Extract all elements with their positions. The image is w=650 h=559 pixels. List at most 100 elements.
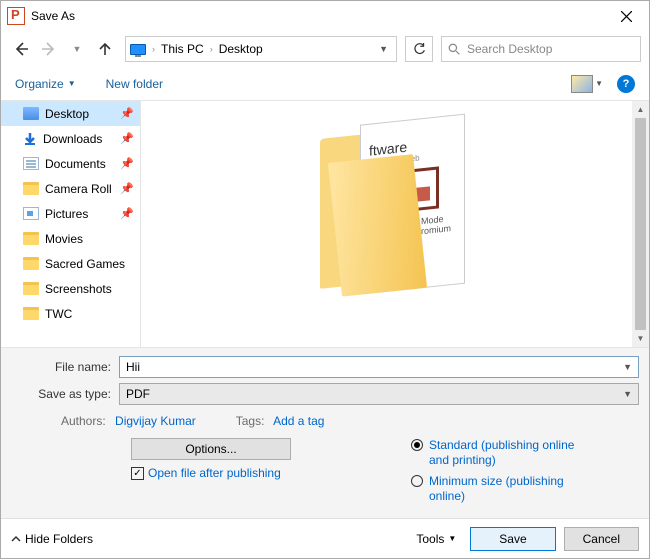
folder-icon bbox=[23, 257, 39, 270]
content-pane[interactable]: ftware le on this Web re-In-Picture Mode… bbox=[141, 101, 649, 347]
tools-button[interactable]: Tools ▼ bbox=[410, 527, 462, 551]
radio-icon bbox=[411, 439, 423, 451]
view-mode-button[interactable]: ▼ bbox=[571, 75, 603, 93]
chevron-up-icon bbox=[11, 534, 21, 544]
chevron-down-icon[interactable]: ▼ bbox=[623, 362, 632, 372]
authors-label: Authors: bbox=[61, 414, 106, 428]
scroll-down-icon[interactable]: ▼ bbox=[632, 330, 649, 347]
sidebar-item-label: Downloads bbox=[43, 132, 102, 146]
chevron-down-icon: ▼ bbox=[68, 79, 76, 88]
folder-thumbnail[interactable]: ftware le on this Web re-In-Picture Mode… bbox=[320, 113, 470, 304]
hide-folders-button[interactable]: Hide Folders bbox=[11, 532, 93, 546]
sidebar-item-pictures[interactable]: Pictures 📌 bbox=[1, 201, 140, 226]
breadcrumb-leaf[interactable]: Desktop bbox=[219, 42, 263, 56]
pin-icon: 📌 bbox=[120, 107, 134, 120]
sidebar-item-label: TWC bbox=[45, 307, 72, 321]
content-scrollbar[interactable]: ▲ ▼ bbox=[632, 101, 649, 347]
folder-icon bbox=[23, 182, 39, 195]
arrow-left-icon bbox=[13, 41, 29, 57]
tags-label: Tags: bbox=[236, 414, 265, 428]
recent-dropdown[interactable]: ▼ bbox=[65, 37, 89, 61]
radio-standard[interactable]: Standard (publishing online and printing… bbox=[411, 438, 581, 468]
chevron-right-icon: › bbox=[210, 44, 213, 54]
search-input[interactable]: Search Desktop bbox=[441, 36, 641, 62]
sidebar-item-desktop[interactable]: Desktop 📌 bbox=[1, 101, 140, 126]
window-title: Save As bbox=[31, 9, 604, 23]
arrow-up-icon bbox=[98, 42, 112, 56]
close-icon bbox=[621, 11, 632, 22]
filename-input[interactable]: Hii ▼ bbox=[119, 356, 639, 378]
authors-value: Digvijay Kumar bbox=[115, 414, 196, 428]
authors-field[interactable]: Authors: Digvijay Kumar bbox=[61, 414, 196, 428]
sidebar-item-sacred-games[interactable]: Sacred Games bbox=[1, 251, 140, 276]
organize-button[interactable]: Organize ▼ bbox=[15, 77, 76, 91]
chevron-down-icon: ▼ bbox=[595, 79, 603, 88]
form-area: File name: Hii ▼ Save as type: PDF ▼ Aut… bbox=[1, 347, 649, 518]
options-button[interactable]: Options... bbox=[131, 438, 291, 460]
breadcrumb-root[interactable]: This PC bbox=[161, 42, 204, 56]
pin-icon: 📌 bbox=[120, 132, 134, 145]
savetype-label: Save as type: bbox=[11, 387, 119, 401]
search-icon bbox=[448, 43, 461, 56]
address-dropdown[interactable]: ▼ bbox=[375, 44, 392, 54]
forward-button bbox=[37, 37, 61, 61]
chevron-down-icon[interactable]: ▼ bbox=[623, 389, 632, 399]
scroll-up-icon[interactable]: ▲ bbox=[632, 101, 649, 118]
sidebar: Desktop 📌 Downloads 📌 Documents 📌 Camera… bbox=[1, 101, 141, 347]
radio-minimum[interactable]: Minimum size (publishing online) bbox=[411, 474, 581, 504]
this-pc-icon bbox=[130, 44, 146, 55]
filename-label: File name: bbox=[11, 360, 119, 374]
body: Desktop 📌 Downloads 📌 Documents 📌 Camera… bbox=[1, 101, 649, 347]
sidebar-item-label: Camera Roll bbox=[45, 182, 112, 196]
sidebar-item-screenshots[interactable]: Screenshots bbox=[1, 276, 140, 301]
powerpoint-icon bbox=[7, 7, 25, 25]
checkbox-icon: ✓ bbox=[131, 467, 144, 480]
sidebar-item-label: Movies bbox=[45, 232, 83, 246]
back-button[interactable] bbox=[9, 37, 33, 61]
chevron-right-icon: › bbox=[152, 44, 155, 54]
folder-icon bbox=[23, 307, 39, 320]
download-icon bbox=[23, 132, 37, 146]
pin-icon: 📌 bbox=[120, 182, 134, 195]
tags-field[interactable]: Tags: Add a tag bbox=[236, 414, 325, 428]
sidebar-item-downloads[interactable]: Downloads 📌 bbox=[1, 126, 140, 151]
help-button[interactable]: ? bbox=[617, 75, 635, 93]
pin-icon: 📌 bbox=[120, 157, 134, 170]
search-placeholder: Search Desktop bbox=[467, 42, 552, 56]
sidebar-item-label: Desktop bbox=[45, 107, 89, 121]
navigation-row: ▼ › This PC › Desktop ▼ Search Desktop bbox=[1, 31, 649, 67]
pin-icon: 📌 bbox=[120, 207, 134, 220]
up-button[interactable] bbox=[93, 37, 117, 61]
open-after-checkbox[interactable]: ✓ Open file after publishing bbox=[131, 466, 291, 480]
save-button[interactable]: Save bbox=[470, 527, 555, 551]
radio-icon bbox=[411, 475, 423, 487]
cancel-button[interactable]: Cancel bbox=[564, 527, 639, 551]
close-button[interactable] bbox=[604, 1, 649, 31]
sidebar-item-label: Pictures bbox=[45, 207, 88, 221]
sidebar-item-movies[interactable]: Movies bbox=[1, 226, 140, 251]
titlebar: Save As bbox=[1, 1, 649, 31]
desktop-icon bbox=[23, 107, 39, 120]
scroll-thumb[interactable] bbox=[635, 118, 646, 330]
toolbar: Organize ▼ New folder ▼ ? bbox=[1, 67, 649, 101]
view-icon bbox=[571, 75, 593, 93]
sidebar-item-label: Screenshots bbox=[45, 282, 112, 296]
arrow-right-icon bbox=[41, 41, 57, 57]
sidebar-item-twc[interactable]: TWC bbox=[1, 301, 140, 326]
save-as-dialog: Save As ▼ › This PC › Desktop ▼ Search bbox=[0, 0, 650, 559]
sidebar-item-camera-roll[interactable]: Camera Roll 📌 bbox=[1, 176, 140, 201]
savetype-select[interactable]: PDF ▼ bbox=[119, 383, 639, 405]
folder-icon bbox=[23, 232, 39, 245]
pictures-icon bbox=[23, 207, 39, 220]
tags-value: Add a tag bbox=[273, 414, 324, 428]
document-icon bbox=[23, 157, 39, 170]
new-folder-button[interactable]: New folder bbox=[106, 77, 163, 91]
sidebar-item-label: Sacred Games bbox=[45, 257, 125, 271]
sidebar-item-documents[interactable]: Documents 📌 bbox=[1, 151, 140, 176]
folder-icon bbox=[23, 282, 39, 295]
address-bar[interactable]: › This PC › Desktop ▼ bbox=[125, 36, 397, 62]
refresh-button[interactable] bbox=[405, 36, 433, 62]
refresh-icon bbox=[413, 43, 426, 56]
chevron-down-icon: ▼ bbox=[448, 534, 456, 543]
sidebar-item-label: Documents bbox=[45, 157, 106, 171]
